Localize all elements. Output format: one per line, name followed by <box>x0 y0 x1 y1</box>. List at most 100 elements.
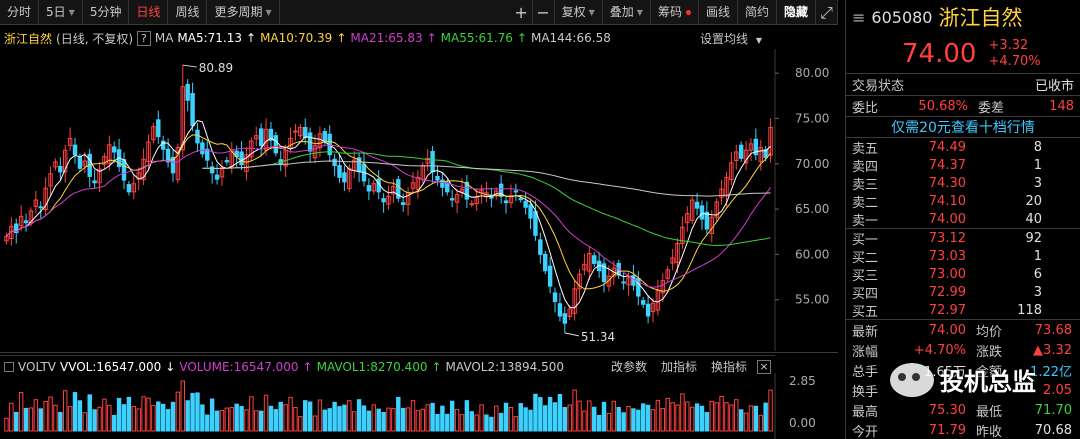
tab-5min[interactable]: 5分钟 <box>83 0 130 25</box>
candle-body <box>72 144 78 156</box>
volume-bar <box>63 390 68 432</box>
tab-label: 5分钟 <box>89 4 122 19</box>
chips-button[interactable]: 筹码 <box>651 0 699 25</box>
volume-bar <box>689 406 695 432</box>
candle-body <box>562 313 568 324</box>
level-label: 卖二 <box>852 195 879 211</box>
help-icon[interactable]: ? <box>137 30 151 46</box>
volume-bar <box>391 408 396 432</box>
tab-5day[interactable]: 5日 ▼ <box>39 0 83 25</box>
candle-body <box>513 190 519 193</box>
mavol2-value: MAVOL2:13894.500 <box>445 359 565 374</box>
indicator-name: VOLTV <box>18 359 57 374</box>
menu-icon[interactable]: ≡ <box>852 8 865 27</box>
volume-bar <box>386 407 391 432</box>
volume-bar <box>724 402 729 432</box>
volume-bar <box>587 400 592 432</box>
volume-bar <box>758 414 763 432</box>
volume-bar <box>312 415 318 432</box>
zoom-out-button[interactable]: − <box>533 0 555 25</box>
volume-bar <box>249 396 254 432</box>
volume-bar <box>533 393 538 432</box>
candle-body <box>557 303 563 317</box>
tab-weekly[interactable]: 周线 <box>168 0 208 25</box>
volume-bar <box>77 400 83 432</box>
candle-body <box>77 156 83 169</box>
volume-bar <box>420 408 426 432</box>
volume-bar <box>611 400 617 432</box>
candle-body <box>92 180 97 184</box>
hide-button[interactable]: 隐藏 <box>777 0 816 25</box>
volume-chart[interactable]: 2.85 0.00 <box>0 373 838 439</box>
candle-body <box>38 206 43 209</box>
volume-bar <box>543 405 548 432</box>
stat-value: 2.05 <box>1043 382 1072 398</box>
volume-bar <box>719 395 724 432</box>
volume-bar <box>58 411 63 432</box>
stat-value: ▲3.32 <box>1033 342 1072 358</box>
minus-icon: − <box>536 2 550 22</box>
candle-body <box>381 198 386 203</box>
level-price: 72.97 <box>928 302 966 318</box>
wb-label: 委比 <box>852 100 879 116</box>
volume-bar <box>239 406 244 432</box>
candle-body <box>224 160 230 163</box>
stat-value: 73.68 <box>1034 322 1072 338</box>
plus-icon: + <box>514 2 528 22</box>
candle-body <box>469 203 474 206</box>
stat-row: 最新 74.00 均价 73.68 <box>846 320 1080 340</box>
level-label: 买一 <box>852 232 879 248</box>
volume-bar <box>224 407 230 432</box>
draw-line-button[interactable]: 画线 <box>699 0 738 25</box>
volume-bar <box>351 411 357 432</box>
simple-mode-button[interactable]: 简约 <box>738 0 777 25</box>
volume-bar <box>356 399 362 432</box>
volume-bar <box>498 412 504 432</box>
volume-bar <box>655 399 661 432</box>
ask-book: 卖五 74.49 8 卖四 74.37 1 卖三 74.30 3 卖二 74.10 20 卖一 74.00… <box>846 138 1080 229</box>
tab-intraday[interactable]: 分时 <box>0 0 40 25</box>
volume-bar <box>18 392 24 432</box>
stat-row: 最高 75.30 最低 71.70 <box>846 400 1080 420</box>
panel-divider <box>0 352 838 353</box>
volume-bar <box>400 407 406 432</box>
volume-bar <box>464 400 470 432</box>
level-label: 卖一 <box>852 213 879 229</box>
low-marker-line <box>564 332 579 337</box>
volume-bar <box>469 411 474 432</box>
y-tick-label: 80.00 <box>795 66 829 80</box>
vvol-value: VVOL:16547.000 <box>60 359 162 374</box>
collapse-icon[interactable] <box>4 361 14 372</box>
stat-label: 最新 <box>852 324 879 340</box>
ma-settings-button[interactable]: 设置均线 ▼ <box>700 30 766 47</box>
tab-daily[interactable]: 日线 <box>129 0 169 25</box>
level-volume: 20 <box>1025 193 1042 209</box>
close-icon[interactable]: × <box>757 359 771 374</box>
zoom-in-button[interactable]: + <box>511 0 533 25</box>
volume-bar <box>430 402 435 432</box>
more-periods-dropdown[interactable]: 更多周期 ▼ <box>207 0 280 25</box>
promo-link[interactable]: 仅需20元查看十档行情 <box>846 116 1080 137</box>
volume-bar <box>459 414 465 432</box>
stat-value: 74.00 <box>928 322 966 338</box>
fullscreen-button[interactable]: ⤢ <box>816 0 838 25</box>
volume-bar <box>347 400 352 432</box>
candlestick-chart[interactable]: 55.00 60.00 65.00 70.00 75.00 80.00 80.89 51.34 <box>0 49 838 351</box>
volume-bar <box>670 402 675 432</box>
candle-body <box>322 131 328 142</box>
volume-bar <box>131 406 137 432</box>
level-volume: 8 <box>1033 139 1042 155</box>
volume-bar <box>254 410 259 432</box>
overlay-dropdown[interactable]: 叠加 ▼ <box>603 0 651 25</box>
level-price: 73.03 <box>928 248 966 264</box>
volume-bar <box>107 404 112 432</box>
tab-label: 简约 <box>744 4 769 19</box>
quote-panel: ≡ 605080 浙江自然 74.00 +3.32 +4.70% 交易状态 已收… <box>845 0 1080 439</box>
candle-body <box>547 265 553 287</box>
volume-bar <box>72 392 78 432</box>
adjust-dropdown[interactable]: 复权 ▼ <box>555 0 603 25</box>
stock-name: 浙江自然 <box>4 31 53 46</box>
volume-value: VOLUME:16547.000 <box>179 359 299 374</box>
level-volume: 118 <box>1017 302 1042 318</box>
candle-body <box>445 182 450 193</box>
